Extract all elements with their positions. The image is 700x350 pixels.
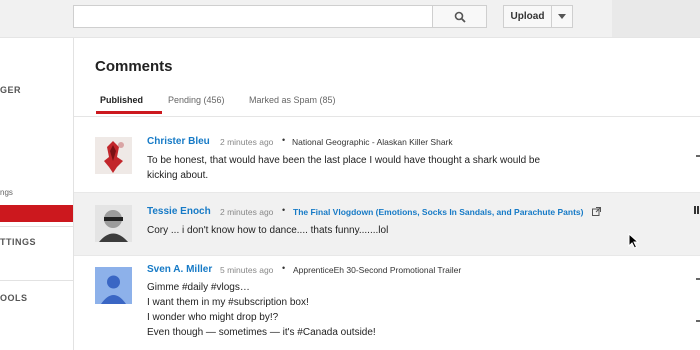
search-icon bbox=[454, 11, 466, 23]
comment-row[interactable]: Tessie Enoch 2 minutes ago • The Final V… bbox=[74, 193, 700, 255]
sidebar-item-settings-sub[interactable]: ngs bbox=[0, 188, 13, 197]
comment-video-link[interactable]: The Final Vlogdown (Emotions, Socks In S… bbox=[293, 207, 583, 217]
search-input[interactable] bbox=[73, 5, 433, 28]
comment-text-line: I want them in my #subscription box! bbox=[147, 297, 309, 308]
comment-text-line: Even though — sometimes — it's #Canada o… bbox=[147, 327, 376, 338]
mouse-cursor-icon bbox=[628, 233, 639, 249]
comment-row[interactable]: Sven A. Miller 5 minutes ago • Apprentic… bbox=[74, 256, 700, 350]
comment-timestamp[interactable]: 5 minutes ago bbox=[220, 265, 273, 275]
external-link-icon[interactable] bbox=[592, 207, 601, 216]
tab-spam[interactable]: Marked as Spam (85) bbox=[249, 95, 336, 105]
avatar[interactable] bbox=[95, 205, 132, 242]
separator-dot: • bbox=[282, 135, 286, 145]
pause-icon[interactable] bbox=[694, 206, 699, 214]
comment-video-title[interactable]: National Geographic - Alaskan Killer Sha… bbox=[292, 137, 453, 147]
top-bar: Upload bbox=[0, 0, 700, 38]
sidebar-divider bbox=[0, 280, 73, 281]
comment-video-title[interactable]: ApprenticeEh 30-Second Promotional Trail… bbox=[293, 265, 461, 275]
comment-text: To be honest, that would have been the l… bbox=[147, 153, 540, 183]
row-action-handle[interactable] bbox=[696, 278, 700, 280]
comment-tabs: Published Pending (456) Marked as Spam (… bbox=[74, 90, 700, 117]
avatar[interactable] bbox=[95, 267, 132, 304]
upload-menu-button[interactable] bbox=[551, 5, 573, 28]
comment-text-line: Gimme #daily #vlogs… bbox=[147, 282, 250, 293]
main-content: Comments Published Pending (456) Marked … bbox=[74, 38, 700, 350]
comment-row[interactable]: Christer Bleu 2 minutes ago • National G… bbox=[74, 124, 700, 192]
comment-text-line: I wonder who might drop by!? bbox=[147, 312, 279, 323]
sidebar-item-manager[interactable]: GER bbox=[0, 85, 21, 95]
comment-text: Cory ... i don't know how to dance.... t… bbox=[147, 223, 388, 238]
comment-text-line: Cory ... i don't know how to dance.... t… bbox=[147, 225, 389, 236]
comment-author[interactable]: Sven A. Miller bbox=[147, 264, 212, 275]
separator-dot: • bbox=[282, 263, 286, 273]
account-area[interactable] bbox=[612, 0, 700, 37]
search-button[interactable] bbox=[432, 5, 487, 28]
comment-author[interactable]: Tessie Enoch bbox=[147, 206, 211, 217]
separator-dot: • bbox=[282, 205, 286, 215]
avatar[interactable] bbox=[95, 137, 132, 174]
chevron-down-icon bbox=[558, 14, 566, 19]
comment-timestamp[interactable]: 2 minutes ago bbox=[220, 207, 273, 217]
comment-text: Gimme #daily #vlogs… I want them in my #… bbox=[147, 280, 376, 340]
sidebar-item-comments-active[interactable] bbox=[0, 205, 73, 222]
page-title: Comments bbox=[95, 58, 173, 75]
sidebar-item-tools[interactable]: OOLS bbox=[0, 293, 28, 303]
comment-timestamp[interactable]: 2 minutes ago bbox=[220, 137, 273, 147]
tab-pending[interactable]: Pending (456) bbox=[168, 95, 225, 105]
comment-text-line: To be honest, that would have been the l… bbox=[147, 155, 541, 166]
tab-published[interactable]: Published bbox=[100, 95, 143, 105]
comment-author[interactable]: Christer Bleu bbox=[147, 136, 210, 147]
sidebar: GER ngs TTINGS OOLS bbox=[0, 38, 74, 350]
comment-text-line: kicking about. bbox=[147, 170, 209, 181]
upload-button[interactable]: Upload bbox=[503, 5, 551, 28]
sidebar-divider bbox=[0, 226, 73, 227]
row-action-handle[interactable] bbox=[696, 155, 700, 157]
sidebar-item-settings[interactable]: TTINGS bbox=[0, 237, 36, 247]
active-tab-indicator bbox=[96, 111, 162, 114]
row-action-handle[interactable] bbox=[696, 320, 700, 322]
